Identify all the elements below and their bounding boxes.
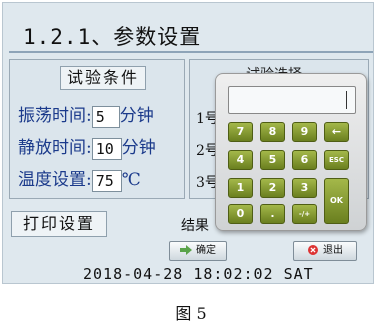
key-esc[interactable]: ESC [324, 150, 349, 170]
result-label: 结果 [181, 218, 209, 234]
page-title: 1.2.1、参数设置 [23, 25, 202, 49]
close-icon [308, 245, 318, 255]
exit-label: 退出 [323, 245, 343, 256]
figure-caption: 图 5 [175, 304, 207, 323]
shake-time-unit: 分钟 [119, 106, 154, 126]
shake-time-input[interactable]: 5 [91, 105, 120, 128]
test-conditions-panel: 试验条件 振荡时间: 5 分钟 静放时间: 10 分钟 温度设置: 75 ℃ [9, 59, 185, 199]
key-1[interactable]: 1 [228, 178, 253, 198]
text-cursor [346, 91, 347, 109]
shake-time-row: 振荡时间: 5 分钟 [18, 104, 154, 128]
key-5[interactable]: 5 [260, 150, 285, 170]
rest-time-unit: 分钟 [121, 138, 156, 158]
key-sign[interactable]: -/+ [292, 204, 317, 224]
exit-button[interactable]: 退出 [293, 241, 357, 261]
key-backspace[interactable]: ← [324, 122, 349, 142]
rest-time-label: 静放时间: [18, 138, 92, 158]
key-7[interactable]: 7 [228, 122, 253, 142]
key-9[interactable]: 9 [292, 122, 317, 142]
temperature-input[interactable]: 75 [91, 169, 122, 192]
title-bar: 1.2.1、参数设置 [9, 19, 373, 53]
key-2[interactable]: 2 [260, 178, 285, 198]
datetime-display: 2018-04-28 18:02:02 SAT [83, 265, 314, 283]
key-ok[interactable]: OK [324, 178, 349, 224]
key-3[interactable]: 3 [292, 178, 317, 198]
arrow-right-icon [180, 245, 192, 255]
print-settings-button[interactable]: 打印设置 [11, 211, 107, 237]
numeric-keypad: 7 8 9 ← 4 5 6 ESC 1 2 3 OK 0 . -/+ [215, 73, 367, 231]
key-0[interactable]: 0 [228, 204, 253, 224]
temperature-unit: ℃ [121, 170, 141, 190]
confirm-label: 确定 [196, 245, 216, 256]
shake-time-label: 振荡时间: [18, 106, 92, 126]
hmi-screen: 1.2.1、参数设置 试验条件 振荡时间: 5 分钟 静放时间: 10 分钟 温度设置:… [2, 2, 374, 284]
confirm-button[interactable]: 确定 [169, 241, 227, 261]
rest-time-input[interactable]: 10 [91, 137, 122, 160]
test-conditions-header: 试验条件 [60, 66, 146, 90]
key-6[interactable]: 6 [292, 150, 317, 170]
key-8[interactable]: 8 [260, 122, 285, 142]
temperature-label: 温度设置: [18, 170, 92, 190]
temperature-row: 温度设置: 75 ℃ [18, 168, 141, 192]
key-decimal[interactable]: . [260, 204, 285, 224]
key-4[interactable]: 4 [228, 150, 253, 170]
keypad-display[interactable] [228, 86, 356, 114]
rest-time-row: 静放时间: 10 分钟 [18, 136, 156, 160]
